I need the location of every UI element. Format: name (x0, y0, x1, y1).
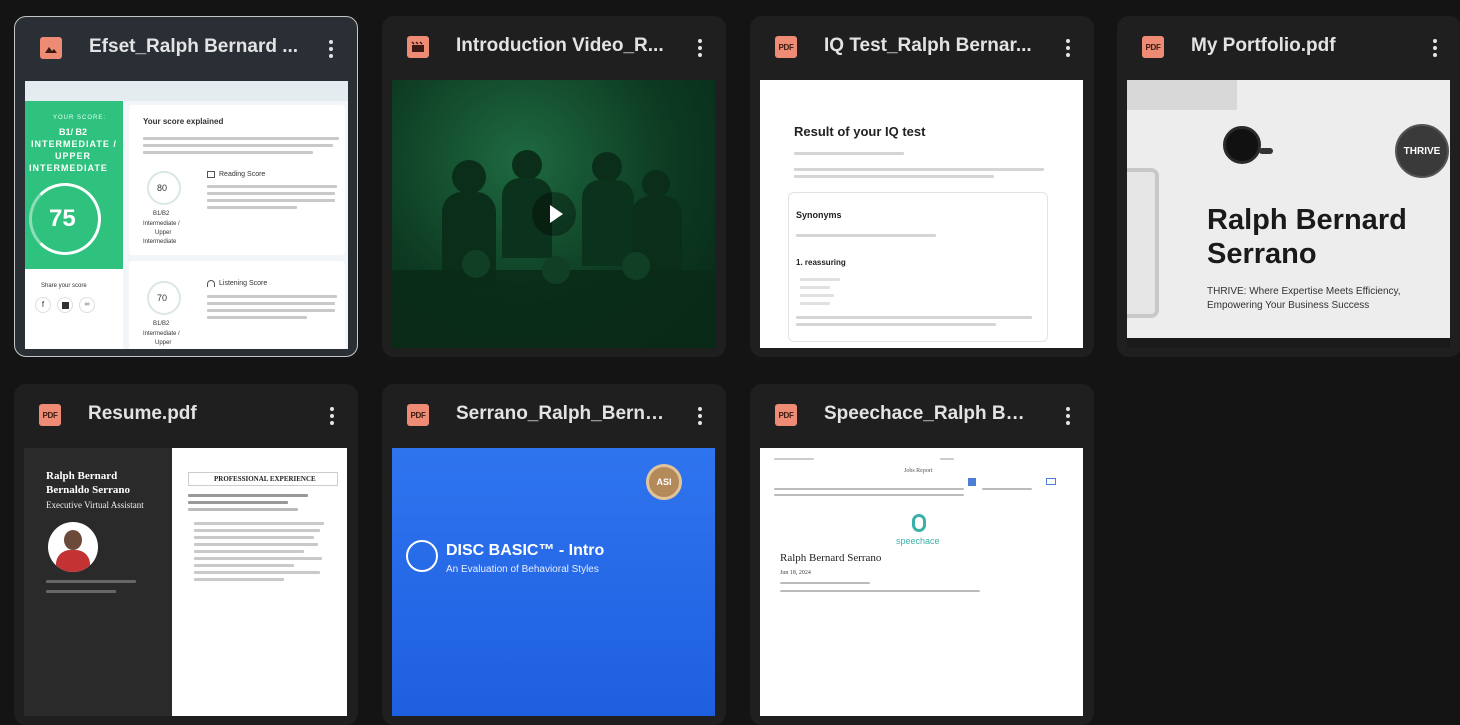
listening-score: 70 (157, 293, 168, 303)
play-icon (550, 205, 563, 223)
pdf-file-icon: PDF (407, 404, 429, 426)
reading-score: 80 (157, 183, 168, 193)
file-name: Efset_Ralph Bernard ... (89, 36, 299, 57)
speechace-brand: speechace (896, 536, 940, 546)
report-header: Jobs Report (904, 468, 933, 474)
pdf-file-icon: PDF (775, 404, 797, 426)
resume-name: Ralph Bernard (46, 470, 118, 482)
card-header: PDF IQ Test_Ralph Bernar... (750, 16, 1094, 78)
video-file-icon (407, 36, 429, 58)
level-text: UPPER (55, 151, 92, 161)
reading-level-desc: Intermediate / (143, 221, 180, 227)
file-thumbnail[interactable]: YOUR SCORE: B1/ B2 INTERMEDIATE / UPPER … (25, 81, 348, 349)
portfolio-name: Serrano (1207, 238, 1317, 270)
listening-level: B1/B2 (153, 321, 170, 327)
more-options-icon[interactable] (1423, 36, 1447, 60)
coffee-cup-image (1223, 126, 1261, 164)
report-name: Ralph Bernard Serrano (780, 552, 882, 564)
disc-title: DISC BASIC™ - Intro (446, 542, 605, 559)
card-header: PDF My Portfolio.pdf (1117, 16, 1460, 78)
file-name: Introduction Video_R... (456, 35, 664, 56)
file-card-introduction-video[interactable]: Introduction Video_R... (382, 16, 726, 357)
iq-question: 1. reassuring (796, 258, 846, 267)
reading-level-desc: Upper (155, 230, 172, 236)
report-date: Jun 18, 2024 (780, 570, 811, 576)
file-thumbnail[interactable]: Result of your IQ test Synonyms 1. reass… (760, 80, 1083, 348)
listening-level-desc: Upper (155, 340, 172, 346)
level-text: INTERMEDIATE (29, 163, 108, 173)
reading-level-desc: Intermediate (143, 239, 177, 245)
more-options-icon[interactable] (1056, 404, 1080, 428)
image-file-icon (40, 37, 62, 59)
pdf-file-icon: PDF (775, 36, 797, 58)
file-card-iq-test[interactable]: PDF IQ Test_Ralph Bernar... Result of yo… (750, 16, 1094, 357)
headphones-icon (207, 280, 215, 287)
pdf-file-icon: PDF (39, 404, 61, 426)
file-name: Resume.pdf (88, 403, 197, 424)
resume-photo (48, 522, 98, 572)
card-header: PDF Serrano_Ralph_Berna... (382, 384, 726, 446)
level-text: B1/ B2 (59, 127, 88, 137)
card-header: Efset_Ralph Bernard ... (15, 17, 357, 79)
file-card-resume[interactable]: PDF Resume.pdf Ralph Bernard Bernaldo Se… (14, 384, 358, 725)
file-card-serrano-disc[interactable]: PDF Serrano_Ralph_Berna... ASI DISC BASI… (382, 384, 726, 725)
more-options-icon[interactable] (320, 404, 344, 428)
iq-result-title: Result of your IQ test (794, 124, 926, 139)
more-options-icon[interactable] (319, 37, 343, 61)
file-name: Speechace_Ralph Ber... (824, 403, 1034, 424)
file-card-efset[interactable]: Efset_Ralph Bernard ... YOUR SCORE: B1/ … (14, 16, 358, 357)
more-options-icon[interactable] (688, 36, 712, 60)
file-name: My Portfolio.pdf (1191, 35, 1336, 56)
file-thumbnail[interactable]: THRIVE Ralph Bernard Serrano THRIVE: Whe… (1127, 80, 1450, 348)
resume-name: Bernaldo Serrano (46, 484, 131, 496)
listening-score-title: Listening Score (219, 280, 268, 287)
file-thumbnail[interactable]: Jobs Report speechace Ralph Bernard Serr… (760, 448, 1083, 716)
level-text: INTERMEDIATE / (31, 139, 117, 149)
thrive-logo: THRIVE (1395, 124, 1449, 178)
file-thumbnail[interactable] (392, 80, 715, 348)
card-header: PDF Speechace_Ralph Ber... (750, 384, 1094, 446)
card-header: PDF Resume.pdf (14, 384, 358, 446)
portfolio-tagline: Empowering Your Business Success (1207, 300, 1370, 311)
share-linkedin-icon[interactable] (57, 297, 73, 313)
file-thumbnail[interactable]: ASI DISC BASIC™ - Intro An Evaluation of… (392, 448, 715, 716)
share-facebook-icon[interactable]: f (35, 297, 51, 313)
listening-level-desc: Intermediate / (143, 331, 180, 337)
score-explained-title: Your score explained (143, 117, 224, 126)
reading-score-title: Reading Score (219, 171, 266, 178)
file-thumbnail[interactable]: Ralph Bernard Bernaldo Serrano Executive… (24, 448, 347, 716)
file-name: IQ Test_Ralph Bernar... (824, 35, 1032, 56)
reading-level: B1/B2 (153, 211, 170, 217)
book-icon (207, 171, 215, 178)
speechace-logo-icon (912, 514, 926, 532)
overall-score: 75 (49, 205, 76, 232)
resume-role: Executive Virtual Assistant (46, 500, 144, 510)
file-card-speechace[interactable]: PDF Speechace_Ralph Ber... Jobs Report s… (750, 384, 1094, 725)
portfolio-tagline: THRIVE: Where Expertise Meets Efficiency… (1207, 286, 1401, 297)
score-label: YOUR SCORE: (53, 115, 107, 121)
pdf-file-icon: PDF (1142, 36, 1164, 58)
share-label: Share your score (41, 283, 87, 289)
portfolio-name: Ralph Bernard (1207, 204, 1407, 236)
more-options-icon[interactable] (1056, 36, 1080, 60)
share-link-icon[interactable]: ∞ (79, 297, 95, 313)
email-icon (1046, 478, 1056, 485)
play-button[interactable] (532, 192, 576, 236)
home-icon (968, 478, 976, 486)
card-header: Introduction Video_R... (382, 16, 726, 78)
iq-section-title: Synonyms (796, 210, 842, 220)
resume-section-title: PROFESSIONAL EXPERIENCE (214, 475, 316, 483)
group-icon (406, 540, 438, 572)
disc-subtitle: An Evaluation of Behavioral Styles (446, 564, 599, 575)
more-options-icon[interactable] (688, 404, 712, 428)
file-name: Serrano_Ralph_Berna... (456, 403, 666, 424)
file-card-my-portfolio[interactable]: PDF My Portfolio.pdf THRIVE Ralph Bernar… (1117, 16, 1460, 357)
asi-badge: ASI (646, 464, 682, 500)
